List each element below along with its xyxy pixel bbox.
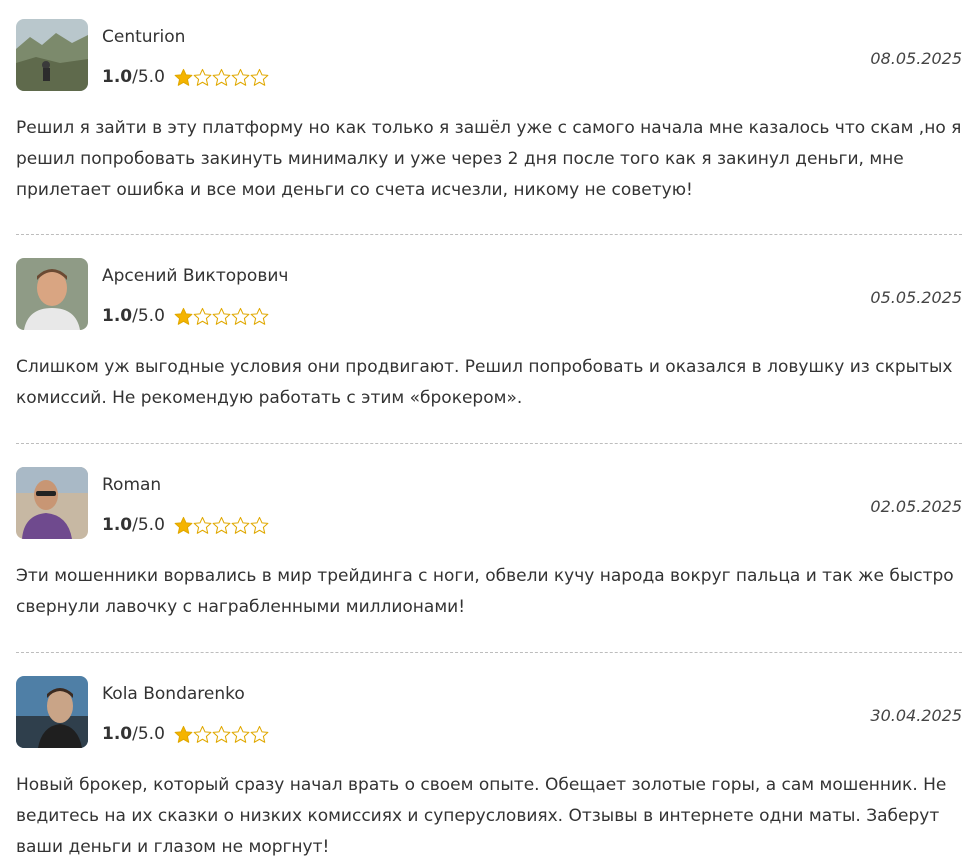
stars [174, 516, 269, 535]
rating: 1.0/5.0 [102, 724, 269, 744]
stars [174, 725, 269, 744]
review-text: Новый брокер, который сразу начал врать … [16, 775, 947, 857]
review-text: Решил я зайти в эту платформу но как тол… [16, 118, 962, 200]
avatar[interactable] [16, 467, 88, 539]
review-text: Эти мошенники ворвались в мир трейдинга … [16, 566, 954, 617]
rating-max: /5.0 [132, 515, 165, 535]
divider [16, 652, 962, 653]
star-empty-icon [231, 516, 250, 534]
review-author[interactable]: Арсений Викторович [102, 266, 288, 286]
star-empty-icon [250, 307, 269, 325]
star-empty-icon [212, 307, 231, 325]
review-date: 02.05.2025 [870, 497, 962, 516]
rating-score: 1.0 [102, 724, 133, 744]
star-full-icon [174, 68, 193, 86]
rating-score: 1.0 [102, 515, 133, 535]
avatar[interactable] [16, 676, 88, 748]
review-date: 05.05.2025 [870, 288, 962, 307]
review-date: 30.04.2025 [870, 706, 962, 725]
review-text: Слишком уж выгодные условия они продвига… [16, 357, 953, 408]
review-author[interactable]: Centurion [102, 27, 185, 47]
stars [174, 307, 269, 326]
review-author[interactable]: Kola Bondarenko [102, 684, 245, 704]
star-empty-icon [212, 725, 231, 743]
divider [16, 234, 962, 235]
star-full-icon [174, 307, 193, 325]
star-empty-icon [231, 307, 250, 325]
rating-score: 1.0 [102, 306, 133, 326]
star-empty-icon [193, 307, 212, 325]
rating: 1.0/5.0 [102, 306, 269, 326]
star-empty-icon [193, 725, 212, 743]
stars [174, 68, 269, 87]
rating-max: /5.0 [132, 306, 165, 326]
rating: 1.0/5.0 [102, 67, 269, 87]
avatar[interactable] [16, 19, 88, 91]
star-empty-icon [250, 68, 269, 86]
star-empty-icon [250, 725, 269, 743]
star-empty-icon [212, 68, 231, 86]
star-empty-icon [193, 516, 212, 534]
star-empty-icon [231, 68, 250, 86]
review-date: 08.05.2025 [870, 49, 962, 68]
reviews-list: Centurion 1.0/5.0 08.05.2025 Решил я зай… [0, 0, 974, 868]
star-empty-icon [212, 516, 231, 534]
star-full-icon [174, 725, 193, 743]
avatar[interactable] [16, 258, 88, 330]
rating-score: 1.0 [102, 67, 133, 87]
rating-max: /5.0 [132, 67, 165, 87]
divider [16, 443, 962, 444]
star-empty-icon [250, 516, 269, 534]
star-empty-icon [193, 68, 212, 86]
rating-max: /5.0 [132, 724, 165, 744]
star-full-icon [174, 516, 193, 534]
rating: 1.0/5.0 [102, 515, 269, 535]
review-author[interactable]: Roman [102, 475, 161, 495]
star-empty-icon [231, 725, 250, 743]
